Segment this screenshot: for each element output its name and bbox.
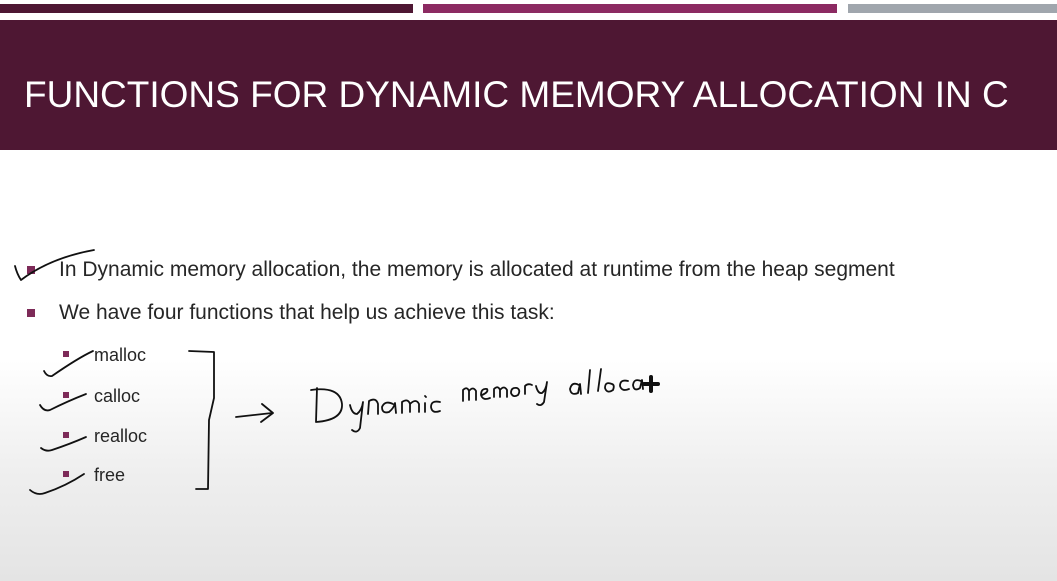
arrow xyxy=(235,403,274,423)
ink-annotations xyxy=(14,249,660,495)
pen-cursor-icon xyxy=(642,375,660,393)
bracket xyxy=(188,350,215,490)
check-mark-1 xyxy=(14,249,95,281)
check-mark-calloc xyxy=(39,393,87,412)
check-mark-free xyxy=(29,473,85,495)
check-mark-realloc xyxy=(40,436,87,452)
handwritten-note-strokes xyxy=(310,368,644,433)
check-mark-malloc xyxy=(43,350,94,378)
